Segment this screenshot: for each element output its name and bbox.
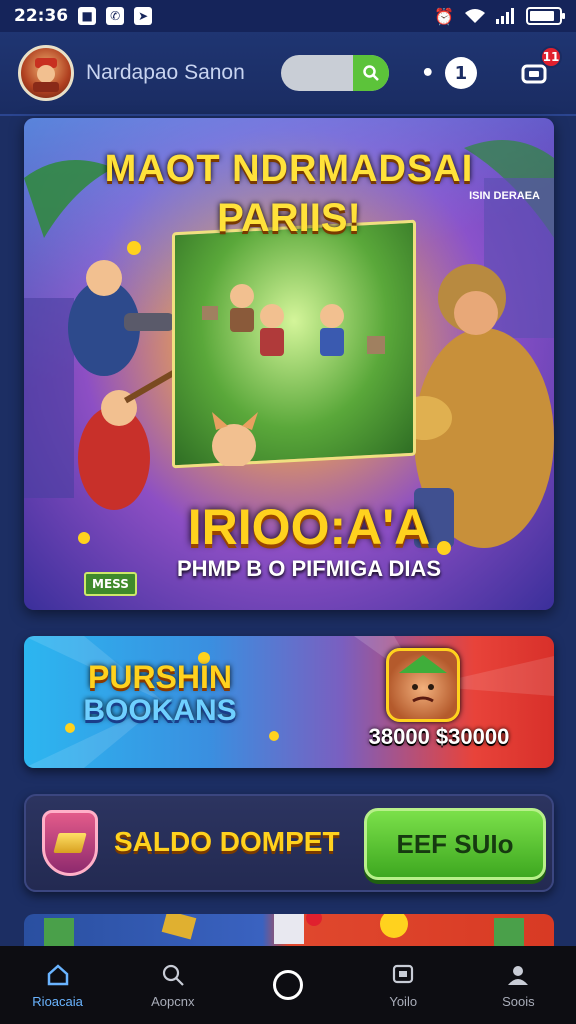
nav-label-video: Yoilo — [389, 993, 418, 1009]
hero-mini-tag: MESS — [84, 572, 137, 596]
circle-button-icon — [273, 970, 303, 1000]
search-icon — [363, 65, 379, 81]
hero-banner[interactable]: MAOT NDRMADSAI PARIIS! ISIN DERAEA IRIOO… — [24, 118, 554, 610]
alarm-icon: ⏰ — [434, 6, 454, 26]
more-dot-icon[interactable]: • — [421, 61, 435, 86]
nav-item-home[interactable]: Rioacaia — [0, 946, 115, 1024]
wifi-icon — [465, 9, 485, 23]
hero-corner-tag: ISIN DERAEA — [469, 190, 540, 202]
search-button[interactable] — [352, 55, 389, 91]
notification-button[interactable]: 11 — [520, 46, 562, 88]
search-input[interactable] — [280, 55, 389, 91]
promo-character-icon — [386, 648, 460, 722]
status-bar: 22:36 ■ ✆ ➤ ⏰ — [0, 0, 576, 32]
nav-label-home: Rioacaia — [32, 993, 83, 1009]
bottom-nav: Rioacaia Aopcnx Yoilo Soois — [0, 946, 576, 1024]
hero-subtitle: PARIIS! — [217, 196, 361, 240]
promo-value: 38000 $30000 — [368, 724, 510, 749]
wallet-label: SALDO DOMPET — [114, 826, 340, 857]
nav-item-center[interactable] — [230, 946, 345, 1024]
search-icon — [160, 962, 186, 988]
info-label: 1 — [454, 62, 468, 84]
nav-label-search: Aopcnx — [151, 993, 195, 1009]
wallet-card: SALDO DOMPET EEF SUIo — [24, 794, 554, 892]
nav-label-profile: Soois — [502, 993, 535, 1009]
promo-banner[interactable]: PURSHIN BOOKANS 38000 $30000 — [24, 636, 554, 768]
home-icon — [45, 962, 71, 988]
avatar-character-icon — [33, 58, 59, 92]
notification-square-icon: ■ — [78, 7, 97, 25]
signal-icon — [496, 8, 514, 24]
app-header: Nardapao Sanon • 1 11 — [0, 32, 576, 116]
next-banner-peek[interactable] — [24, 914, 554, 948]
promo-title-line2: BOOKANS — [83, 694, 237, 727]
peek-artwork — [44, 914, 524, 948]
status-time: 22:36 — [14, 6, 69, 26]
hero-title: MAOT NDRMADSAI — [104, 148, 474, 190]
battery-icon — [526, 7, 565, 25]
tv-icon — [390, 962, 416, 988]
nav-item-profile[interactable]: Soois — [461, 946, 576, 1024]
username: Nardapao Sanon — [86, 61, 245, 84]
wallet-shield-icon — [42, 810, 98, 876]
nav-item-search[interactable]: Aopcnx — [115, 946, 230, 1024]
gold-ingot-icon — [53, 833, 87, 853]
telegram-icon: ➤ — [134, 7, 153, 25]
info-button[interactable]: 1 — [444, 57, 477, 89]
hero-main-text: IRIOO:A'A — [187, 499, 431, 555]
nav-item-video[interactable]: Yoilo — [346, 946, 461, 1024]
notification-badge: 11 — [540, 46, 562, 68]
arena-characters — [202, 284, 385, 466]
profile-icon — [505, 962, 531, 988]
promo-title-line1: PURSHIN — [87, 659, 232, 695]
avatar[interactable] — [18, 45, 74, 101]
whatsapp-icon: ✆ — [106, 7, 125, 25]
promo-title: PURSHIN BOOKANS — [60, 660, 260, 728]
wallet-action-button[interactable]: EEF SUIo — [364, 808, 546, 880]
